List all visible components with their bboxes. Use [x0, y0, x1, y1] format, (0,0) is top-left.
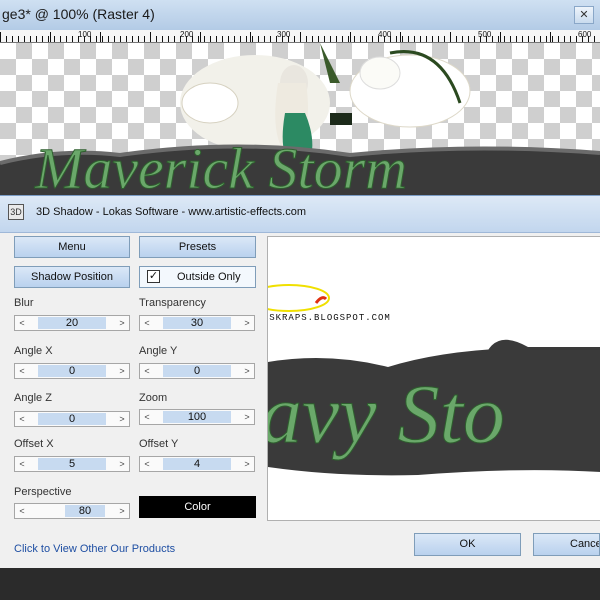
image-canvas[interactable]: Maverick Storm [0, 43, 600, 195]
annotation-ellipse [268, 284, 330, 312]
blur-spinner[interactable]: < 20 > [14, 315, 130, 331]
cancel-button[interactable]: Cancel [533, 533, 600, 556]
chevron-right-icon[interactable]: > [240, 364, 254, 378]
chevron-right-icon[interactable]: > [115, 504, 129, 518]
chevron-left-icon[interactable]: < [140, 316, 154, 330]
chevron-left-icon[interactable]: < [15, 504, 29, 518]
shadow-dialog: 3D 3D Shadow - Lokas Software - www.arti… [0, 195, 600, 568]
preview-wordart: avy Sto [268, 339, 600, 476]
canvas-artwork: Maverick Storm [0, 43, 600, 195]
chevron-left-icon[interactable]: < [15, 316, 29, 330]
zoom-value[interactable]: 100 [163, 411, 231, 423]
outside-only-label: Outside Only [177, 271, 241, 283]
close-icon[interactable]: ✕ [574, 6, 594, 24]
ruler-label: 500 [478, 30, 492, 39]
chevron-left-icon[interactable]: < [140, 364, 154, 378]
offset-y-value[interactable]: 4 [163, 458, 231, 470]
ruler-label: 100 [78, 30, 92, 39]
angle-x-label: Angle X [14, 345, 53, 357]
chevron-right-icon[interactable]: > [115, 412, 129, 426]
blur-value[interactable]: 20 [38, 317, 106, 329]
chevron-right-icon[interactable]: > [115, 316, 129, 330]
outside-only-checkbox[interactable]: ✓ [147, 270, 160, 283]
horizontal-ruler: 100 200 300 400 500 600 [0, 30, 600, 43]
preview-text: avy Sto [268, 368, 505, 461]
plugin-icon: 3D [8, 204, 24, 220]
chevron-right-icon[interactable]: > [115, 457, 129, 471]
transparency-label: Transparency [139, 297, 206, 309]
angle-x-value[interactable]: 0 [38, 365, 106, 377]
preview-pane[interactable]: © LC MAVERICKSKRAPS.BLOGSPOT.COM avy Sto [267, 236, 600, 521]
presets-button[interactable]: Presets [139, 236, 256, 258]
offset-x-label: Offset X [14, 438, 54, 450]
zoom-label: Zoom [139, 392, 168, 404]
ok-button[interactable]: OK [414, 533, 521, 556]
zoom-spinner[interactable]: < 100 > [139, 409, 255, 425]
ruler-label: 400 [378, 30, 392, 39]
ruler-label: 200 [180, 30, 194, 39]
offset-x-value[interactable]: 5 [38, 458, 106, 470]
angle-y-spinner[interactable]: < 0 > [139, 363, 255, 379]
preview-artwork: © LC MAVERICKSKRAPS.BLOGSPOT.COM avy Sto [268, 284, 600, 476]
outside-only-toggle[interactable]: ✓ Outside Only [139, 266, 256, 288]
angle-x-spinner[interactable]: < 0 > [14, 363, 130, 379]
chevron-right-icon[interactable]: > [115, 364, 129, 378]
perspective-label: Perspective [14, 486, 72, 498]
shadow-position-button[interactable]: Shadow Position [14, 266, 130, 288]
color-button[interactable]: Color [139, 496, 256, 518]
chevron-left-icon[interactable]: < [15, 364, 29, 378]
offset-y-spinner[interactable]: < 4 > [139, 456, 255, 472]
dialog-title: 3D Shadow - Lokas Software - www.artisti… [36, 206, 307, 218]
chevron-left-icon[interactable]: < [15, 412, 29, 426]
document-title: ge3* @ 100% (Raster 4) [2, 6, 155, 22]
canvas-wordart-text: Maverick Storm [34, 136, 407, 195]
angle-y-label: Angle Y [139, 345, 178, 357]
ruler-label: 300 [277, 30, 291, 39]
blur-label: Blur [14, 297, 34, 309]
perspective-spinner[interactable]: < 80 > [14, 503, 130, 519]
perspective-value[interactable]: 80 [65, 505, 105, 517]
chevron-left-icon[interactable]: < [140, 457, 154, 471]
chevron-right-icon[interactable]: > [240, 410, 254, 424]
document-titlebar[interactable]: ge3* @ 100% (Raster 4) ✕ [0, 0, 600, 31]
preview-watermark: © LC MAVERICKSKRAPS.BLOGSPOT.COM [268, 313, 391, 323]
chevron-left-icon[interactable]: < [15, 457, 29, 471]
chevron-right-icon[interactable]: > [240, 457, 254, 471]
lily-flowers [180, 43, 471, 151]
products-link[interactable]: Click to View Other Our Products [14, 543, 175, 555]
menu-button[interactable]: Menu [14, 236, 130, 258]
angle-y-value[interactable]: 0 [163, 365, 231, 377]
maverick-storm-wordart: Maverick Storm [0, 136, 600, 195]
offset-x-spinner[interactable]: < 5 > [14, 456, 130, 472]
transparency-spinner[interactable]: < 30 > [139, 315, 255, 331]
angle-z-spinner[interactable]: < 0 > [14, 411, 130, 427]
offset-y-label: Offset Y [139, 438, 179, 450]
chevron-right-icon[interactable]: > [240, 316, 254, 330]
ruler-label: 600 [578, 30, 592, 39]
dialog-titlebar[interactable]: 3D 3D Shadow - Lokas Software - www.arti… [0, 196, 600, 233]
angle-z-label: Angle Z [14, 392, 52, 404]
angle-z-value[interactable]: 0 [38, 413, 106, 425]
chevron-left-icon[interactable]: < [140, 410, 154, 424]
transparency-value[interactable]: 30 [163, 317, 231, 329]
